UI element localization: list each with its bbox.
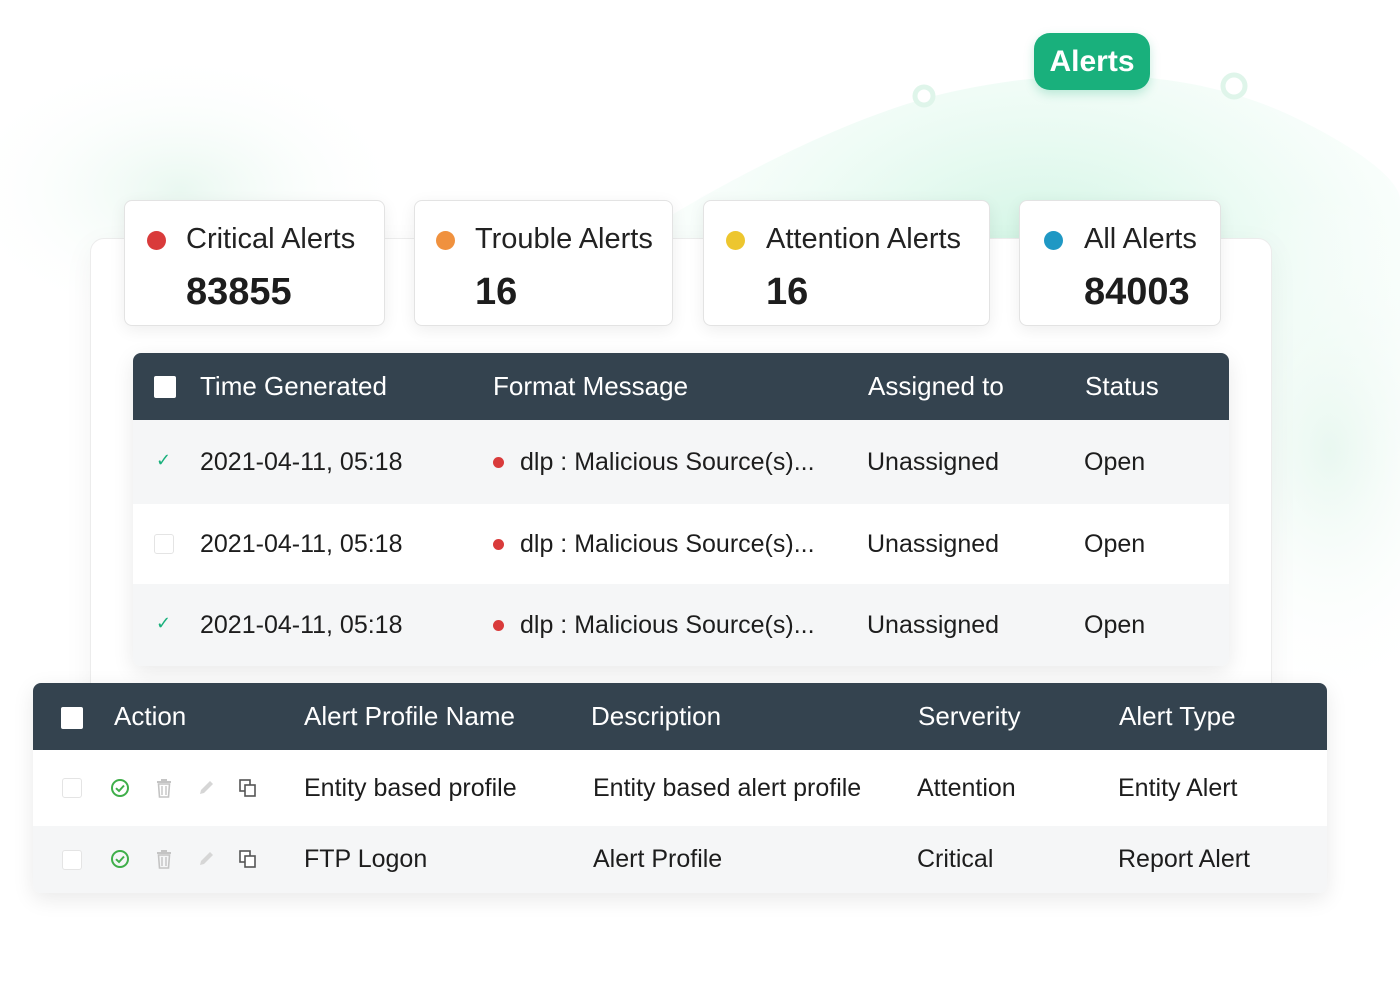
table-row[interactable]: ✓ 2021-04-11, 05:18 dlp : Malicious Sour…	[133, 420, 1229, 504]
severity: Attention	[917, 773, 1016, 802]
stat-card-all[interactable]: All Alerts 84003	[1019, 200, 1221, 326]
format-message[interactable]: dlp : Malicious Source(s)...	[493, 584, 815, 666]
table-row[interactable]: FTP Logon Alert Profile Critical Report …	[33, 826, 1327, 893]
stat-label: All Alerts	[1084, 223, 1197, 255]
alert-profile-name[interactable]: FTP Logon	[304, 826, 427, 893]
checkmark-icon[interactable]: ✓	[156, 613, 171, 634]
alert-profile-name[interactable]: Entity based profile	[304, 750, 517, 826]
row-checkbox[interactable]	[154, 534, 174, 554]
message-text: dlp : Malicious Source(s)...	[520, 610, 815, 639]
column-severity[interactable]: Serverity	[918, 683, 1021, 750]
time-generated: 2021-04-11, 05:18	[200, 529, 403, 558]
alerts-table-header: Time Generated Format Message Assigned t…	[133, 353, 1229, 420]
column-format-message[interactable]: Format Message	[493, 353, 688, 420]
stat-card-trouble[interactable]: Trouble Alerts 16	[414, 200, 673, 326]
column-action[interactable]: Action	[114, 683, 186, 750]
time-generated: 2021-04-11, 05:18	[200, 610, 403, 639]
copy-icon[interactable]	[237, 848, 259, 870]
description: Entity based alert profile	[593, 773, 862, 802]
stat-value: 16	[766, 271, 809, 313]
stat-value: 16	[475, 271, 518, 313]
format-message[interactable]: dlp : Malicious Source(s)...	[493, 420, 815, 504]
status-value: Open	[1084, 529, 1146, 558]
column-alert-profile-name[interactable]: Alert Profile Name	[304, 683, 515, 750]
format-message[interactable]: dlp : Malicious Source(s)...	[493, 504, 815, 584]
critical-dot-icon	[493, 456, 504, 468]
column-alert-type[interactable]: Alert Type	[1119, 683, 1236, 750]
stat-card-attention[interactable]: Attention Alerts 16	[703, 200, 990, 326]
stat-card-critical[interactable]: Critical Alerts 83855	[124, 200, 385, 326]
status-value: Open	[1084, 447, 1146, 476]
all-status-dot	[1044, 231, 1063, 250]
column-status[interactable]: Status	[1085, 353, 1159, 420]
assigned-to: Unassigned	[867, 610, 1000, 639]
alerts-dashboard: Alerts Critical Alerts 83855 Trouble Ale…	[0, 0, 1400, 1000]
select-all-checkbox[interactable]	[154, 376, 176, 398]
stat-label: Attention Alerts	[766, 223, 962, 255]
critical-dot-icon	[493, 538, 504, 550]
table-row[interactable]: Entity based profile Entity based alert …	[33, 750, 1327, 826]
copy-icon[interactable]	[237, 777, 259, 799]
trash-icon[interactable]	[153, 777, 175, 799]
select-all-checkbox[interactable]	[61, 707, 83, 729]
column-assigned-to[interactable]: Assigned to	[868, 353, 1004, 420]
table-row[interactable]: ✓ 2021-04-11, 05:18 dlp : Malicious Sour…	[133, 584, 1229, 666]
trash-icon[interactable]	[153, 848, 175, 870]
table-row[interactable]: 2021-04-11, 05:18 dlp : Malicious Source…	[133, 504, 1229, 584]
enable-icon[interactable]	[109, 848, 131, 870]
time-generated: 2021-04-11, 05:18	[200, 447, 403, 476]
assigned-to: Unassigned	[867, 529, 1000, 558]
message-text: dlp : Malicious Source(s)...	[520, 529, 815, 558]
stat-label: Critical Alerts	[186, 223, 356, 255]
attention-status-dot	[726, 231, 745, 250]
stat-value: 83855	[186, 271, 292, 313]
severity: Critical	[917, 845, 994, 873]
checkmark-icon[interactable]: ✓	[156, 450, 171, 471]
stat-label: Trouble Alerts	[475, 223, 653, 255]
description: Alert Profile	[593, 845, 723, 873]
profiles-table-header: Action Alert Profile Name Description Se…	[33, 683, 1327, 750]
critical-status-dot	[147, 231, 166, 250]
alerts-badge[interactable]: Alerts	[1034, 33, 1150, 90]
column-description[interactable]: Description	[591, 683, 721, 750]
assigned-to: Unassigned	[867, 447, 1000, 476]
stat-value: 84003	[1084, 271, 1190, 313]
row-checkbox[interactable]	[62, 850, 82, 870]
row-checkbox[interactable]	[62, 778, 82, 798]
alert-type: Report Alert	[1118, 845, 1251, 873]
message-text: dlp : Malicious Source(s)...	[520, 447, 815, 476]
alert-profiles-table: Action Alert Profile Name Description Se…	[33, 683, 1327, 893]
pencil-icon[interactable]	[195, 777, 217, 799]
alerts-table: Time Generated Format Message Assigned t…	[133, 353, 1229, 666]
enable-icon[interactable]	[109, 777, 131, 799]
alert-type: Entity Alert	[1118, 773, 1238, 802]
critical-dot-icon	[493, 619, 504, 631]
status-value: Open	[1084, 610, 1146, 639]
column-time-generated[interactable]: Time Generated	[200, 353, 387, 420]
trouble-status-dot	[436, 231, 455, 250]
pencil-icon[interactable]	[195, 848, 217, 870]
